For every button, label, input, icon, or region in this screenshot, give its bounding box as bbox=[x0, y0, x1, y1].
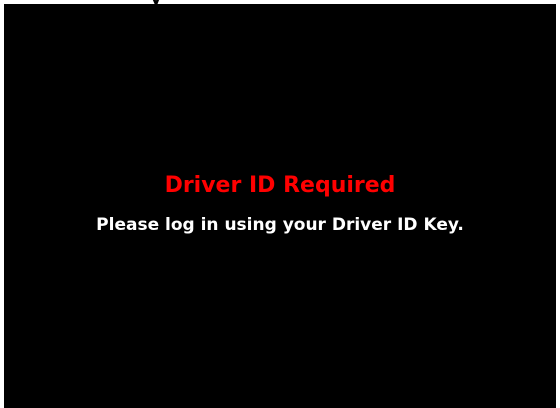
app-window: y Driver ID Required Please log in using… bbox=[0, 0, 560, 408]
driver-id-required-title: Driver ID Required bbox=[164, 173, 396, 198]
login-prompt-screen: Driver ID Required Please log in using y… bbox=[4, 4, 556, 408]
login-instruction-message: Please log in using your Driver ID Key. bbox=[96, 215, 464, 235]
